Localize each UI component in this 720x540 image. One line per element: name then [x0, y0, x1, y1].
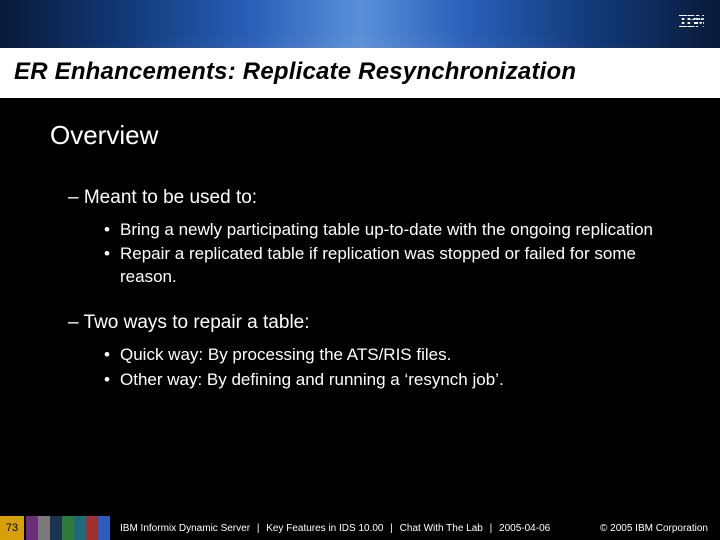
bullet-item: Repair a replicated table if replication…: [104, 243, 686, 288]
breadcrumb-separator: |: [386, 523, 397, 534]
overview-heading: Overview: [50, 120, 686, 151]
bullet-item: Quick way: By processing the ATS/RIS fil…: [104, 344, 686, 366]
top-banner: IBM: [0, 0, 720, 48]
section-heading: Meant to be used to:: [68, 187, 686, 209]
bullet-item: Bring a newly participating table up-to-…: [104, 219, 686, 241]
bullet-item: Other way: By defining and running a ‘re…: [104, 369, 686, 391]
decorative-stripes: [26, 516, 110, 540]
slide-body: Overview Meant to be used to: Bring a ne…: [0, 98, 720, 391]
stripe-icon: [26, 516, 38, 540]
ibm-logo: IBM: [678, 14, 704, 32]
breadcrumb: IBM Informix Dynamic Server | Key Featur…: [110, 523, 600, 534]
slide-title: ER Enhancements: Replicate Resynchroniza…: [0, 48, 720, 98]
bullet-list: Quick way: By processing the ATS/RIS fil…: [104, 344, 686, 391]
stripe-icon: [98, 516, 110, 540]
copyright-text: © 2005 IBM Corporation: [600, 523, 720, 534]
section-heading-text: Two ways to repair a table:: [84, 312, 310, 333]
breadcrumb-item: 2005-04-06: [499, 523, 550, 534]
breadcrumb-item: Chat With The Lab: [400, 523, 483, 534]
page-number: 73: [0, 516, 24, 540]
breadcrumb-item: Key Features in IDS 10.00: [266, 523, 383, 534]
breadcrumb-item: IBM Informix Dynamic Server: [120, 523, 250, 534]
breadcrumb-separator: |: [253, 523, 264, 534]
breadcrumb-separator: |: [486, 523, 497, 534]
stripe-icon: [86, 516, 98, 540]
footer: 73 IBM Informix Dynamic Server | Key Fea…: [0, 516, 720, 540]
stripe-icon: [38, 516, 50, 540]
stripe-icon: [74, 516, 86, 540]
section-heading: Two ways to repair a table:: [68, 312, 686, 334]
bullet-list: Bring a newly participating table up-to-…: [104, 219, 686, 288]
section-heading-text: Meant to be used to:: [84, 187, 257, 208]
slide-root: IBM ER Enhancements: Replicate Resynchro…: [0, 0, 720, 540]
banner-highlight: [0, 18, 720, 48]
stripe-icon: [50, 516, 62, 540]
stripe-icon: [62, 516, 74, 540]
